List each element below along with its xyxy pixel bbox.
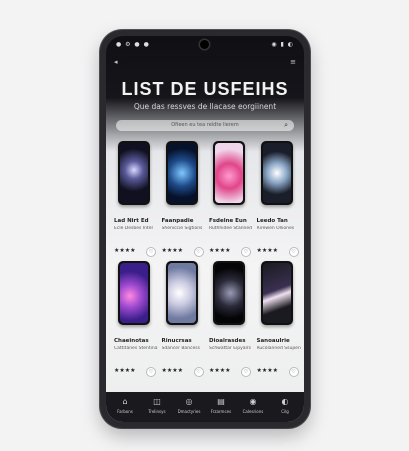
product-desc: Sdancer Bancess xyxy=(161,346,200,351)
phone-display xyxy=(120,263,148,323)
product-name: Fsdelne Eun xyxy=(209,218,247,224)
status-bar: ● ⚙ ● ● ◉ ▮ ◐ xyxy=(106,36,304,54)
phone-image xyxy=(260,141,293,205)
phone-image xyxy=(213,141,245,205)
product-rating: ★★★★ ♡ xyxy=(209,367,253,377)
nav-item[interactable]: ◎ Dmactyries xyxy=(174,397,204,414)
product-rating: ★★★★ ♡ xyxy=(162,247,206,257)
product-card[interactable]: Rinucrsas Sdancer Bancess ★★★★ ♡ xyxy=(158,261,204,401)
product-name: Faanpadie xyxy=(161,218,194,224)
nav-label: Dmactyries xyxy=(177,409,201,414)
status-icons-right: ◉ ▮ ◐ xyxy=(271,41,294,48)
favorite-icon[interactable]: ♡ xyxy=(241,247,251,257)
nav-label: Trelinsys xyxy=(148,409,166,414)
nav-icon: ◐ xyxy=(281,397,289,406)
favorite-icon[interactable]: ♡ xyxy=(146,247,156,257)
product-card[interactable]: Dioalrasdes Schwattar Eipyalrs ★★★★ ♡ xyxy=(205,261,251,401)
product-name: Lad Nirt Ed xyxy=(114,218,149,224)
search-bar[interactable]: Ofieen eu tea reidte lierem ⌕ xyxy=(116,120,294,131)
nav-icon: ◎ xyxy=(185,397,193,406)
product-card[interactable]: Faanpadie Sheniccie Sigtions ★★★★ ♡ xyxy=(158,141,204,281)
favorite-icon[interactable]: ♡ xyxy=(193,367,204,377)
product-card[interactable]: Fsdelne Eun Ruthhidee Stanned ★★★★ ♡ xyxy=(205,141,253,281)
nav-label: Frzarmces xyxy=(210,409,232,414)
phone-image xyxy=(165,261,198,325)
nav-label: Cilg xyxy=(281,409,289,414)
product-name: Chaeinotas xyxy=(114,338,149,344)
menu-icon[interactable]: ≡ xyxy=(290,58,296,66)
phone-image xyxy=(260,261,293,325)
rating-stars: ★★★★ xyxy=(161,247,184,254)
phone-screen: ● ⚙ ● ● ◉ ▮ ◐ ◂ ≡ LIST DE USFEIHS Que da… xyxy=(106,36,304,422)
product-card[interactable]: Lad Nirt Ed Ecle Desbes Intel ★★★★ ♡ xyxy=(110,141,156,281)
product-card[interactable]: Chaeinotas Cattitanes Stentina ★★★★ ♡ xyxy=(110,261,158,401)
nav-label: Farbons xyxy=(117,409,133,414)
phone-frame: ● ⚙ ● ● ◉ ▮ ◐ ◂ ≡ LIST DE USFEIHS Que da… xyxy=(100,30,310,428)
nav-item[interactable]: ◐ Cilg xyxy=(270,397,300,414)
nav-icon: ⌂ xyxy=(122,397,128,406)
page-subtitle: Que das ressves de llacase eorgiinent xyxy=(133,102,277,111)
product-rating: ★★★★ ♡ xyxy=(209,247,253,257)
search-input[interactable]: Ofieen eu tea reidte lierem xyxy=(171,122,238,128)
product-desc: Cattitanes Stentina xyxy=(114,346,158,351)
nav-icon: ▤ xyxy=(217,397,225,406)
rating-stars: ★★★★ xyxy=(256,367,279,374)
product-name: Sanoaulrie xyxy=(256,338,290,344)
top-bar: ◂ ≡ xyxy=(106,58,304,68)
rating-stars: ★★★★ xyxy=(114,367,136,374)
rating-stars: ★★★★ xyxy=(209,367,231,374)
nav-item[interactable]: ◫ Trelinsys xyxy=(142,397,172,414)
nav-item[interactable]: ◉ Calesrions xyxy=(238,397,268,414)
favorite-icon[interactable]: ♡ xyxy=(288,367,299,377)
nav-icon: ◫ xyxy=(153,397,161,406)
bottom-nav: ⌂ Farbons ◫ Trelinsys ◎ Dmactyries ▤ Frzarmces ◉… xyxy=(106,392,304,422)
rating-stars: ★★★★ xyxy=(114,247,136,254)
nav-label: Calesrions xyxy=(242,409,264,414)
product-name: Rinucrsas xyxy=(161,338,192,344)
product-desc: Schwattar Eipyalrs xyxy=(209,346,252,351)
phone-display xyxy=(167,143,196,203)
product-desc: Ecle Desbes Intel xyxy=(114,226,153,231)
product-card[interactable]: Sanoaulrie Rucolanned Ssupen ★★★★ ♡ xyxy=(253,261,301,401)
favorite-icon[interactable]: ♡ xyxy=(193,247,204,257)
phone-display xyxy=(262,263,291,323)
phone-display xyxy=(215,143,243,203)
nav-icon: ◉ xyxy=(249,397,257,406)
rating-stars: ★★★★ xyxy=(256,247,279,254)
rating-stars: ★★★★ xyxy=(161,367,184,374)
product-card[interactable]: Leedo Tan Rirewen Olliones ★★★★ ♡ xyxy=(253,141,299,281)
product-desc: Ruthhidee Stanned xyxy=(209,226,253,231)
nav-item[interactable]: ▤ Frzarmces xyxy=(206,397,236,414)
product-rating: ★★★★ ♡ xyxy=(114,247,158,257)
phone-display xyxy=(120,143,148,203)
phone-image xyxy=(118,141,150,205)
phone-display xyxy=(167,263,196,323)
product-name: Dioalrasdes xyxy=(209,338,246,344)
phone-image xyxy=(118,261,150,325)
product-desc: Sheniccie Sigtions xyxy=(161,226,203,231)
phone-display xyxy=(215,263,243,323)
nav-item[interactable]: ⌂ Farbons xyxy=(110,397,140,414)
search-icon[interactable]: ⌕ xyxy=(284,120,288,131)
rating-stars: ★★★★ xyxy=(209,247,231,254)
product-desc: Rucolanned Ssupen xyxy=(256,346,301,351)
phone-image xyxy=(165,141,198,205)
favorite-icon[interactable]: ♡ xyxy=(146,367,156,377)
product-rating: ★★★★ ♡ xyxy=(162,367,206,377)
product-rating: ★★★★ ♡ xyxy=(257,247,301,257)
product-name: Leedo Tan xyxy=(256,218,288,224)
status-icons-left: ● ⚙ ● ● xyxy=(116,41,150,48)
page-title: LIST DE USFEIHS xyxy=(121,79,289,99)
phone-display xyxy=(262,143,291,203)
product-rating: ★★★★ ♡ xyxy=(257,367,301,377)
product-rating: ★★★★ ♡ xyxy=(114,367,158,377)
favorite-icon[interactable]: ♡ xyxy=(288,247,299,257)
product-desc: Rirewen Olliones xyxy=(256,226,295,231)
favorite-icon[interactable]: ♡ xyxy=(241,367,251,377)
back-icon[interactable]: ◂ xyxy=(114,58,118,66)
phone-image xyxy=(213,261,245,325)
front-camera xyxy=(200,40,209,49)
